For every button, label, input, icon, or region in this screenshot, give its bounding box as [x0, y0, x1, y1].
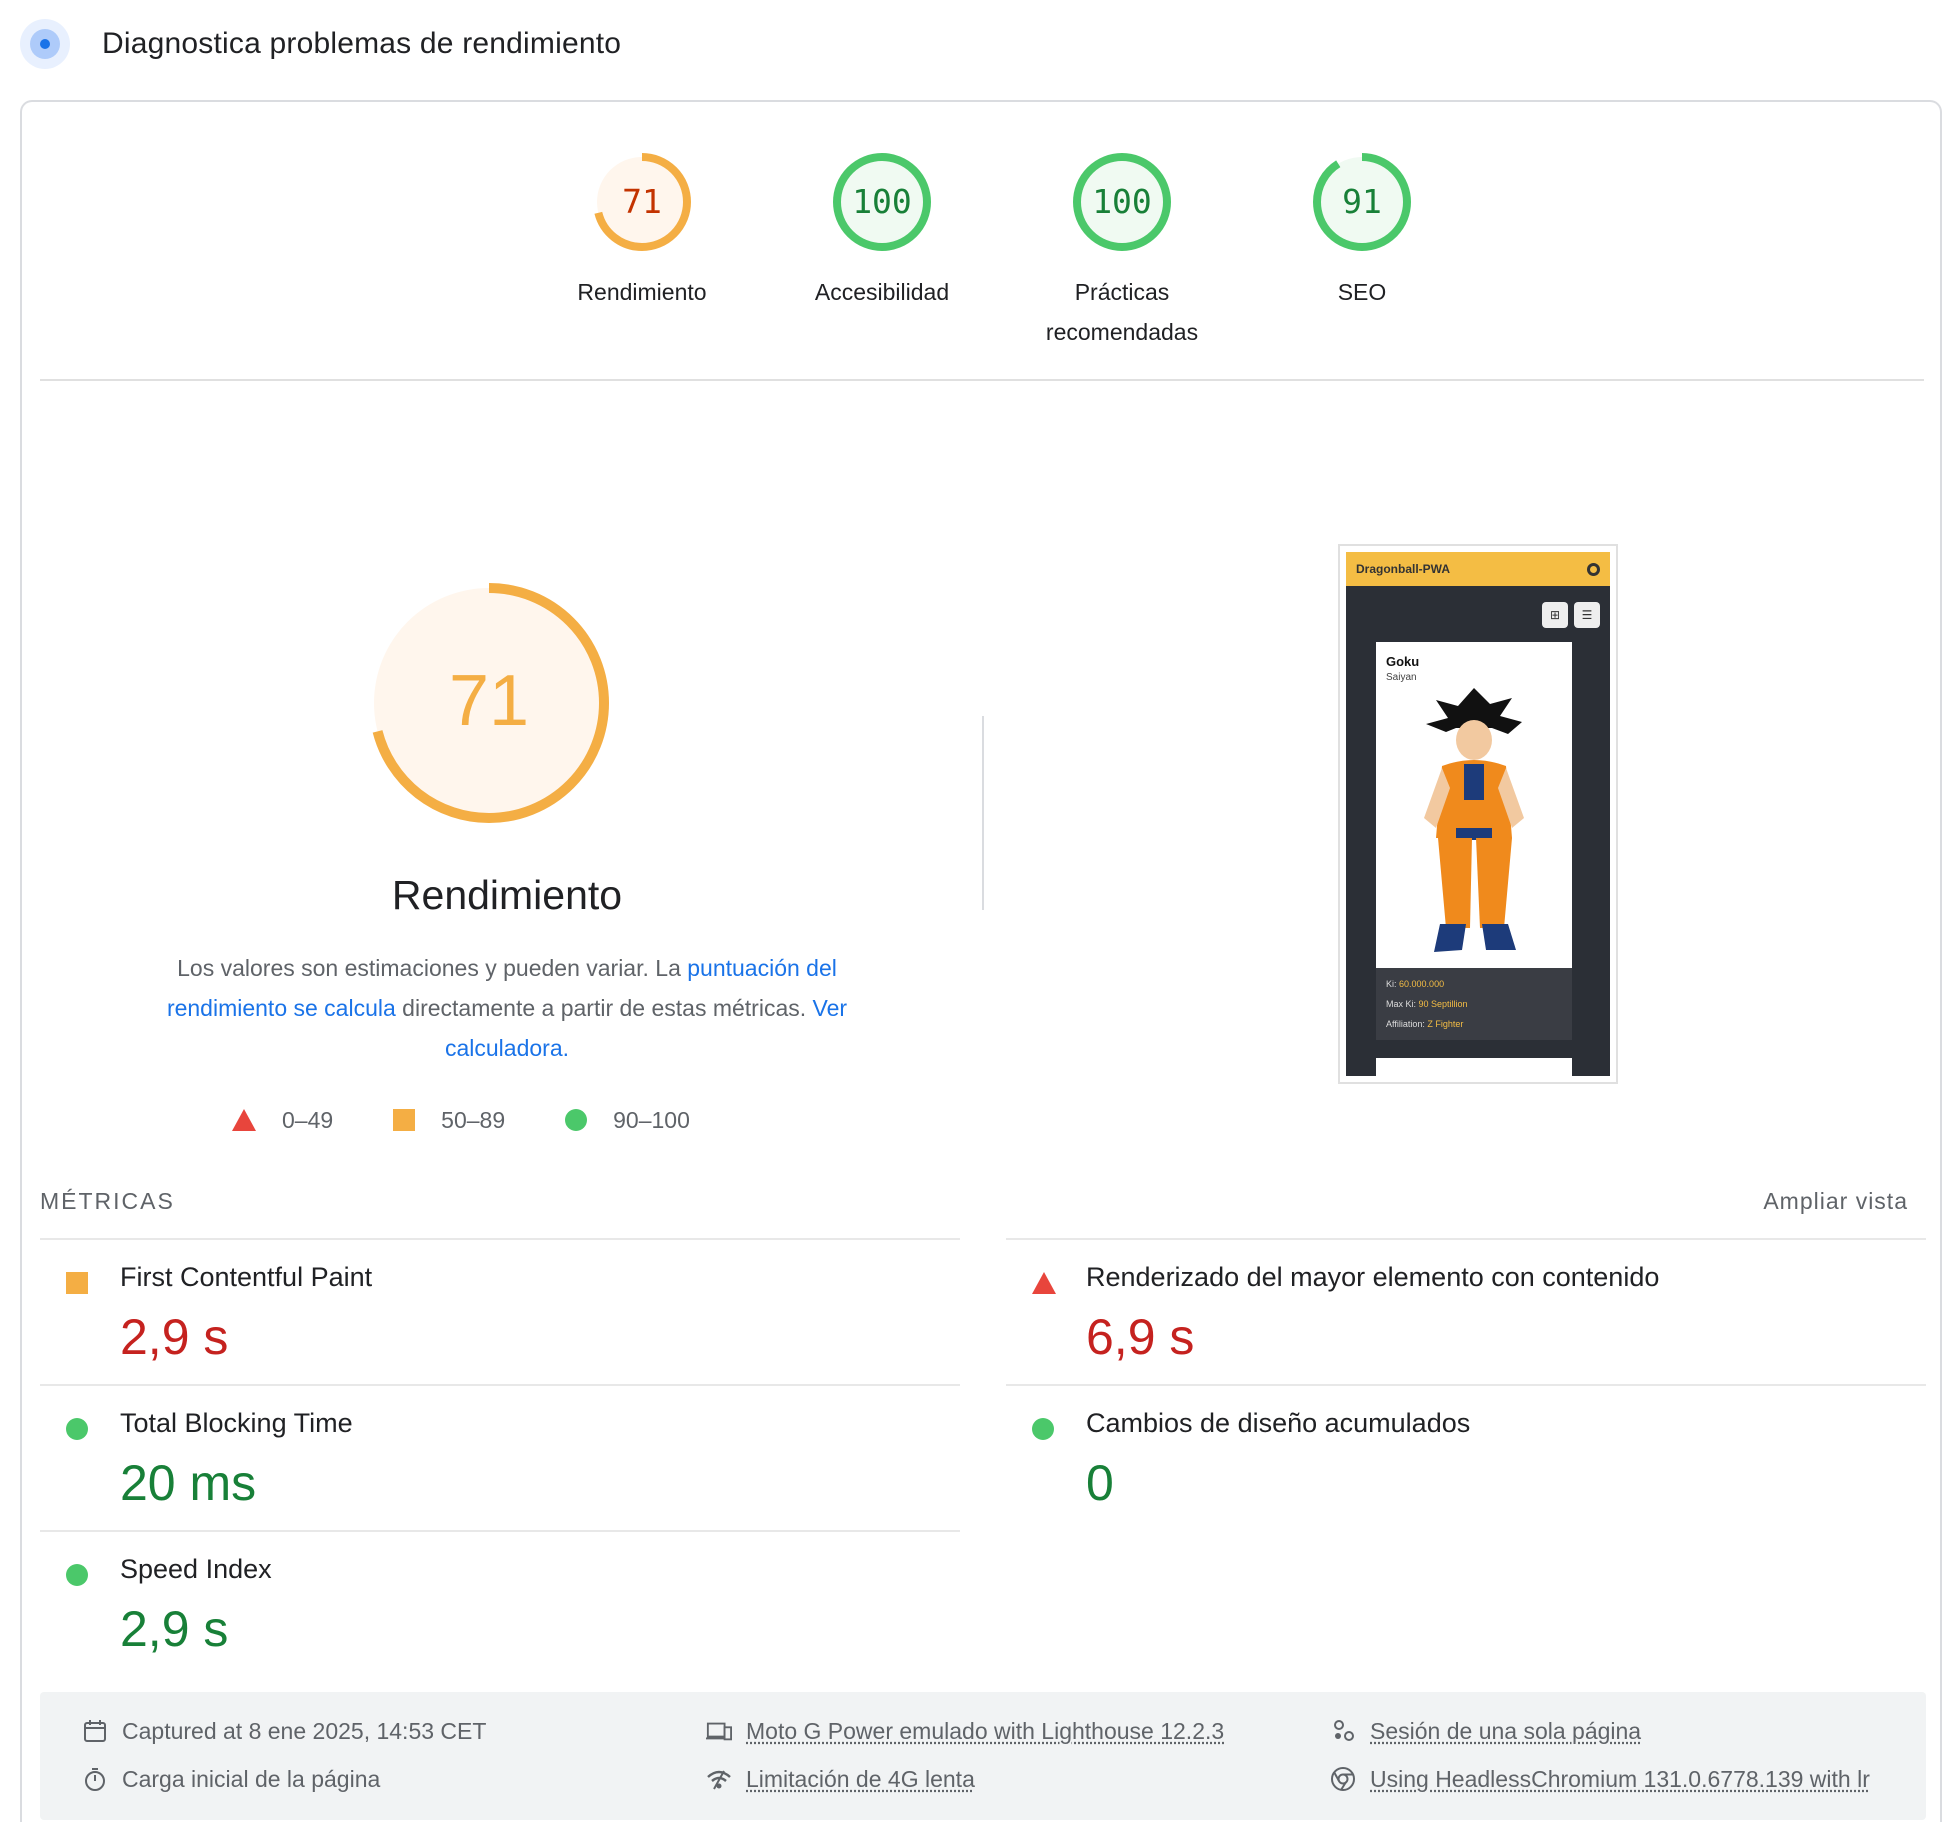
phone-screen: Dragonball-PWA ⊞ ☰ Goku Saiyan Ki: 60.00… — [1346, 552, 1610, 1076]
final-screenshot[interactable]: Dragonball-PWA ⊞ ☰ Goku Saiyan Ki: 60.00… — [1338, 544, 1618, 1084]
devices-icon — [706, 1718, 732, 1744]
gauge-label: Accesibilidad — [814, 279, 950, 305]
pass-circle-icon — [66, 1564, 88, 1586]
page-title: Diagnostica problemas de rendimiento — [102, 27, 622, 60]
browser-info[interactable]: Using HeadlessChromium 131.0.6778.139 wi… — [1330, 1764, 1870, 1794]
gauge-ring: 100 — [833, 153, 931, 251]
character-race: Saiyan — [1386, 672, 1417, 683]
performance-score: 71 — [449, 661, 529, 741]
character-image — [1424, 688, 1524, 952]
metric-speed-index: Speed Index 2,9 s — [40, 1530, 960, 1676]
character-name: Goku — [1386, 654, 1420, 669]
grid-view-icon: ⊞ — [1542, 602, 1568, 628]
category-gauges: 71 Rendimiento 100 Accesibilidad 100 Prá… — [22, 150, 1940, 350]
load-info: Carga inicial de la página — [82, 1764, 380, 1794]
gauge-score: 71 — [622, 182, 662, 221]
app-bar: Dragonball-PWA — [1346, 552, 1610, 586]
character-stats: Ki: 60.000.000 Max Ki: 90 Septillion Aff… — [1376, 968, 1572, 1040]
performance-title: Rendimiento — [391, 872, 623, 918]
report-header: Diagnostica problemas de rendimiento — [20, 18, 621, 70]
calendar-icon — [82, 1718, 108, 1744]
session-info[interactable]: Sesión de una sola página — [1330, 1716, 1641, 1746]
gauge-label: Rendimiento — [577, 279, 707, 305]
runtime-settings: Captured at 8 ene 2025, 14:53 CET Carga … — [40, 1692, 1926, 1820]
metric-lcp: Renderizado del mayor elemento con conte… — [1006, 1238, 1926, 1384]
gauge-score: 100 — [852, 182, 912, 221]
list-view-icon: ☰ — [1574, 602, 1600, 628]
settings-icon — [1587, 562, 1600, 576]
lighthouse-icon — [20, 19, 70, 69]
view-toggle: ⊞ ☰ — [1536, 602, 1600, 628]
next-card — [1376, 1058, 1572, 1076]
character-card: Goku Saiyan — [1376, 642, 1572, 968]
device-info[interactable]: Moto G Power emulado with Lighthouse 12.… — [706, 1716, 1224, 1746]
metric-fcp: First Contentful Paint 2,9 s — [40, 1238, 960, 1384]
performance-description: Los valores son estimaciones y pueden va… — [166, 955, 848, 1061]
metric-tbt: Total Blocking Time 20 ms — [40, 1384, 960, 1530]
gauge-ring: 100 — [1073, 153, 1171, 251]
divider — [40, 379, 1924, 381]
gauge-best-practices[interactable]: 100 Prácticas recomendadas — [1032, 150, 1212, 352]
metric-cls: Cambios de diseño acumulados 0 — [1006, 1384, 1926, 1530]
pass-circle-icon — [66, 1418, 88, 1440]
expand-view-button[interactable]: Ampliar vista — [1763, 1188, 1908, 1215]
average-square-icon — [393, 1109, 416, 1131]
score-legend: 0–49 50–89 90–100 — [232, 1102, 750, 1138]
pass-circle-icon — [1032, 1418, 1054, 1440]
gauge-score: 100 — [1092, 182, 1152, 221]
throttling-info[interactable]: Limitación de 4G lenta — [706, 1764, 975, 1794]
fail-triangle-icon — [1032, 1272, 1056, 1294]
session-icon — [1330, 1718, 1356, 1744]
gauge-label: SEO — [1337, 279, 1387, 305]
chrome-icon — [1330, 1766, 1356, 1792]
report-card: 71 Rendimiento 100 Accesibilidad 100 Prá… — [20, 100, 1942, 1822]
gauge-performance[interactable]: 71 Rendimiento — [552, 150, 732, 312]
performance-gauge-large: 71 — [364, 578, 614, 833]
gauge-score: 91 — [1342, 182, 1382, 221]
captured-info: Captured at 8 ene 2025, 14:53 CET — [82, 1716, 486, 1746]
gauge-seo[interactable]: 91 SEO — [1272, 150, 1452, 312]
timer-icon — [82, 1766, 108, 1792]
fail-triangle-icon — [232, 1109, 256, 1131]
gauge-accessibility[interactable]: 100 Accesibilidad — [792, 150, 972, 312]
pass-circle-icon — [565, 1109, 588, 1131]
metrics-header: MÉTRICAS — [40, 1188, 175, 1214]
gauge-label: Prácticas recomendadas — [1045, 279, 1199, 345]
gauge-ring: 71 — [593, 153, 691, 251]
vertical-divider — [982, 716, 984, 910]
gauge-ring: 91 — [1313, 153, 1411, 251]
average-square-icon — [66, 1272, 88, 1294]
signal-icon — [706, 1766, 732, 1792]
